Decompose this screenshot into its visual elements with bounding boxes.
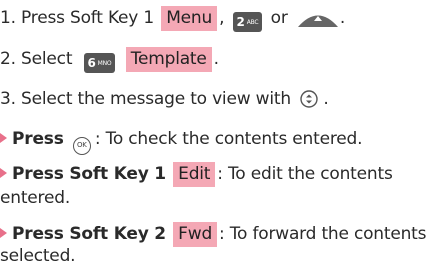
step-number: 2. <box>0 49 16 69</box>
step-text: Select <box>21 49 73 69</box>
bullet-arrow-icon <box>0 168 7 178</box>
period: . <box>339 8 346 28</box>
bullet-description: : To forward the contents <box>219 224 427 244</box>
bullet-press-ok: Press OK: To check the contents entered. <box>0 127 363 155</box>
bullet-description-continued: selected. <box>0 246 76 266</box>
bullet-arrow-icon <box>0 228 7 238</box>
navigation-key-up-icon <box>297 15 338 27</box>
key-2-icon: 2 ABC <box>232 12 263 32</box>
bullet-description: : To edit the contents <box>217 164 393 184</box>
menu-softkey-label: Menu <box>161 6 218 31</box>
step-text: Select the message to view with <box>21 89 291 109</box>
bullet-fwd-continued: selected. <box>0 244 76 268</box>
step-2: 2. Select 6 MNO Template. <box>0 47 219 73</box>
period: . <box>323 89 329 109</box>
bullet-arrow-icon <box>0 133 7 143</box>
bullet-bold-text: Press Soft Key 2 <box>12 224 166 244</box>
bullet-edit-continued: entered. <box>0 186 70 210</box>
step-text: Press Soft Key 1 <box>21 8 154 28</box>
template-menu-label: Template <box>125 47 212 72</box>
bullet-edit: Press Soft Key 1 Edit: To edit the conte… <box>0 162 393 187</box>
bullet-fwd: Press Soft Key 2 Fwd: To forward the con… <box>0 222 427 247</box>
or-text: or <box>270 8 288 28</box>
step-number: 1. <box>0 8 16 28</box>
bullet-bold-text: Press <box>12 129 64 149</box>
key-6-icon: 6 MNO <box>83 53 116 73</box>
step-number: 3. <box>0 89 16 109</box>
bullet-bold-text: Press Soft Key 1 <box>12 164 166 184</box>
bullet-description-continued: entered. <box>0 188 71 208</box>
fwd-softkey-label: Fwd <box>173 222 218 247</box>
comma: , <box>219 8 225 28</box>
bullet-description: : To check the contents entered. <box>94 129 363 149</box>
edit-softkey-label: Edit <box>173 162 216 187</box>
ok-key-icon: OK <box>72 137 91 155</box>
navigation-up-down-icon <box>300 90 318 108</box>
step-3: 3. Select the message to view with . <box>0 87 329 111</box>
step-1: 1. Press Soft Key 1 Menu, 2 ABC or . <box>0 6 345 32</box>
period: . <box>213 49 219 69</box>
